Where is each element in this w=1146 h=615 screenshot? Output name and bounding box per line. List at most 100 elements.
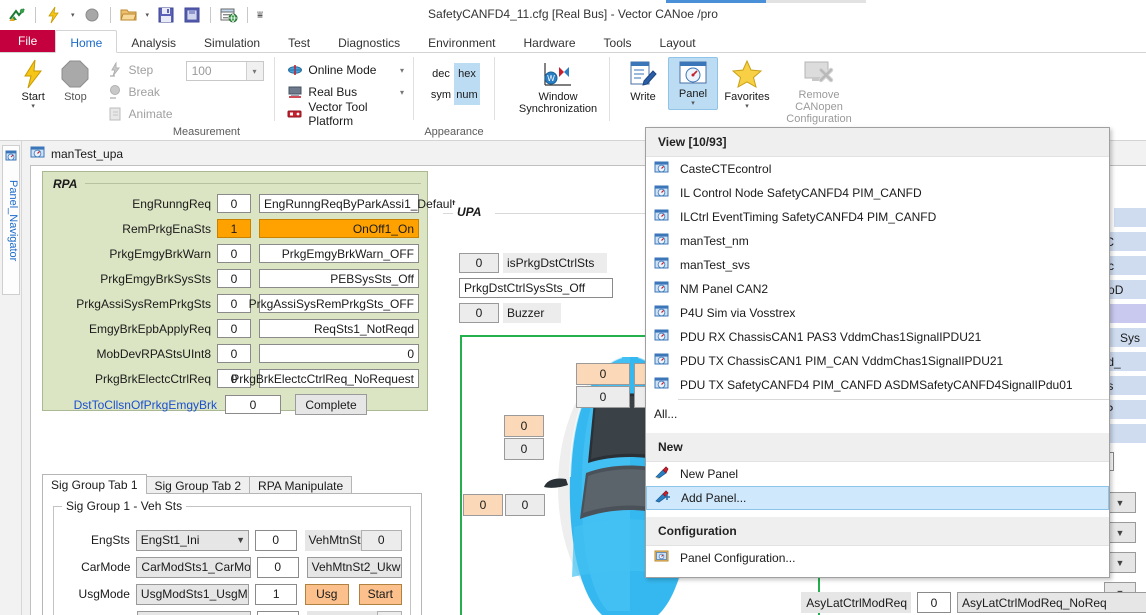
upa-sensor-value[interactable]: 0 — [504, 415, 544, 437]
break-button[interactable]: Break — [105, 81, 176, 103]
upa-sensor-value[interactable]: 0 — [504, 438, 544, 460]
sig-num-CarMode[interactable]: 0 — [256, 556, 299, 578]
ribbon-tab-home[interactable]: Home — [55, 30, 118, 53]
bottom-select-AsyLatCtrlModReq[interactable]: AsyLatCtrlModReq_NoReq ▼ — [957, 592, 1146, 613]
upa-sensor-value[interactable]: 0 — [463, 494, 503, 516]
write-button[interactable]: Write — [618, 57, 668, 103]
chevron-down-icon[interactable]: ▼ — [1141, 598, 1146, 608]
upa-sensor-value[interactable]: 0 — [505, 494, 545, 516]
stop-button[interactable]: Stop — [54, 57, 96, 103]
title-accent-inactive — [766, 0, 866, 3]
online-mode-button[interactable]: Online Mode ▾ — [284, 59, 407, 81]
rpa-value-PrkgEmgyBrkWarn[interactable]: 0 — [217, 244, 251, 263]
menu-item-panel[interactable]: PDU RX ChassisCAN1 PAS3 VddmChas1SignalI… — [646, 325, 1109, 349]
step-button[interactable]: Step — [105, 59, 176, 81]
remove-canopen-configuration-button[interactable]: Remove CANopen Configuration — [776, 57, 862, 125]
sig-select-UsgMode[interactable]: UsgModSts1_UsgMo ▼ — [135, 583, 250, 605]
menu-item-panel-configuration[interactable]: Panel Configuration... — [646, 546, 1109, 570]
tab-rpa-manipulate[interactable]: RPA Manipulate — [249, 476, 353, 494]
tab-sig-group-2[interactable]: Sig Group Tab 2 — [145, 476, 251, 494]
rpa-text-EngRunngReq[interactable]: EngRunngReqByParkAssi1_Default — [259, 194, 455, 213]
ribbon-tab-layout[interactable]: Layout — [646, 30, 710, 52]
stop-button-label: Stop — [64, 91, 87, 103]
upa-sensor-value[interactable]: 0 — [576, 386, 630, 408]
menu-item-new-panel[interactable]: New Panel — [646, 462, 1109, 486]
upa-text-PrkgDstCtrlSysSts[interactable]: PrkgDstCtrlSysSts_Off — [459, 278, 613, 298]
ribbon-tab-tools[interactable]: Tools — [590, 30, 646, 52]
num-toggle[interactable]: num — [454, 84, 480, 105]
menu-item-panel[interactable]: NM Panel CAN2 — [646, 277, 1109, 301]
ribbon-tab-analysis[interactable]: Analysis — [117, 30, 190, 52]
document-tab-manTest-upa[interactable]: manTest_upa — [30, 145, 123, 163]
sig-select-EngSts[interactable]: EngSt1_Ini ▼ — [135, 529, 249, 551]
sig-select-VehMtnSt2[interactable]: VehMtnSt2_Ukw ▼ — [306, 556, 402, 578]
bottom-value-AsyLatCtrlModReq[interactable]: 0 — [917, 592, 951, 613]
real-bus-caret-icon[interactable]: ▾ — [386, 88, 404, 97]
rpa-text-PrkgEmgyBrkSysSts[interactable]: PEBSysSts_Off — [259, 269, 419, 288]
rpa-text-PrkgEmgyBrkWarn[interactable]: PrkgEmgyBrkWarn_OFF — [259, 244, 419, 263]
complete-button[interactable]: Complete — [295, 394, 367, 415]
menu-item-panel[interactable]: IL Control Node SafetyCANFD4 PIM_CANFD — [646, 181, 1109, 205]
upa-value-Buzzer[interactable]: 0 — [459, 303, 499, 323]
animate-button[interactable]: Animate — [105, 103, 176, 125]
chevron-down-icon[interactable]: ▼ — [400, 562, 401, 572]
sig-select-PwrElecMai[interactable]: 0 ▼ — [136, 610, 252, 615]
ribbon-tab-hardware[interactable]: Hardware — [510, 30, 590, 52]
rpa-value-EngRunngReq[interactable]: 0 — [217, 194, 251, 213]
sig-select-CarMode[interactable]: CarModSts1_CarMod ▼ — [136, 556, 251, 578]
window-synchronization-button[interactable]: W Window Synchronization — [515, 57, 601, 115]
upa-value-isPrkgDstCtrlSts[interactable]: 0 — [459, 253, 499, 273]
rpa-footer-value[interactable]: 0 — [225, 395, 281, 414]
chevron-down-icon[interactable]: ▾ — [245, 62, 263, 80]
menu-item-all[interactable]: All... — [646, 402, 1109, 426]
rpa-text-PrkgBrkElectcCtrlReq[interactable]: PrkgBrkElectcCtrlReq_NoRequest — [231, 369, 419, 388]
rpa-value-PrkgAssiSysRemPrkgSts[interactable]: 0 — [217, 294, 251, 313]
rpa-value-PrkgEmgyBrkSysSts[interactable]: 0 — [217, 269, 251, 288]
dec-toggle[interactable]: dec — [428, 63, 454, 84]
ribbon-tab-file[interactable]: File — [0, 30, 56, 52]
step-count-input[interactable]: 100 ▾ — [185, 61, 264, 81]
rpa-text-PrkgAssiSysRemPrkgSts[interactable]: PrkgAssiSysRemPrkgSts_OFF — [249, 294, 419, 313]
ribbon-tab-test[interactable]: Test — [274, 30, 324, 52]
rpa-text-RemPrkgEnaSts[interactable]: OnOff1_On — [259, 219, 419, 238]
online-mode-caret-icon[interactable]: ▾ — [386, 66, 404, 75]
hex-toggle[interactable]: hex — [454, 63, 480, 84]
ribbon-tab-simulation[interactable]: Simulation — [190, 30, 274, 52]
ribbon-tab-diagnostics[interactable]: Diagnostics — [324, 30, 414, 52]
menu-item-panel[interactable]: PDU TX SafetyCANFD4 PIM_CANFD ASDMSafety… — [646, 373, 1109, 397]
sig-num-EngSts[interactable]: 0 — [254, 529, 297, 551]
upa-sensor-value[interactable]: 0 — [576, 363, 630, 385]
menu-item-panel[interactable]: PDU TX ChassisCAN1 PIM_CAN VddmChas1Sign… — [646, 349, 1109, 373]
rpa-text-EmgyBrkEpbApplyReq[interactable]: ReqSts1_NotReqd — [259, 319, 419, 338]
rpa-text-MobDevRPAStsUInt8[interactable]: 0 — [259, 344, 419, 363]
sig-num-BrkgPntSt1S[interactable]: 0 — [377, 610, 403, 615]
chevron-down-icon[interactable]: ▼ — [233, 535, 248, 545]
sig-num-PwrElecMai[interactable]: 0 — [257, 610, 300, 615]
menu-item-panel[interactable]: CasteCTEcontrol — [646, 157, 1109, 181]
vector-tool-platform-button[interactable]: Vector Tool Platform — [284, 100, 407, 128]
menu-item-panel[interactable]: manTest_svs — [646, 253, 1109, 277]
panel-navigator-tab[interactable]: Panel_Navigator — [2, 145, 20, 295]
rpa-value-MobDevRPAStsUInt8[interactable]: 0 — [217, 344, 251, 363]
menu-item-panel[interactable]: ILCtrl EventTiming SafetyCANFD4 PIM_CANF… — [646, 205, 1109, 229]
panel-button[interactable]: Panel ▾ — [668, 57, 718, 110]
sig-num-UsgMode[interactable]: 1 — [255, 583, 298, 605]
rpa-value-RemPrkgEnaSts[interactable]: 1 — [217, 219, 251, 238]
menu-item-add-panel[interactable]: Add Panel... — [646, 486, 1109, 510]
menu-item-panel[interactable]: manTest_nm — [646, 229, 1109, 253]
usg-button[interactable]: Usg — [305, 583, 349, 605]
start-dropdown-caret-icon[interactable]: ▾ — [31, 103, 35, 110]
favorites-button[interactable]: Favorites ▾ — [722, 57, 772, 110]
sig-num-VehMtnSt[interactable]: 0 — [360, 529, 403, 551]
start-button[interactable]: Start ▾ — [12, 57, 54, 110]
rpa-value-EmgyBrkEpbApplyReq[interactable]: 0 — [217, 319, 251, 338]
start-sig-button[interactable]: Start — [358, 583, 403, 605]
ribbon-tab-environment[interactable]: Environment — [414, 30, 509, 52]
panel-dropdown-caret-icon[interactable]: ▾ — [691, 100, 695, 107]
tab-sig-group-1[interactable]: Sig Group Tab 1 — [42, 474, 147, 494]
panel-configuration-icon — [654, 550, 670, 566]
favorites-dropdown-caret-icon[interactable]: ▾ — [745, 103, 749, 110]
rpa-link-DstToCllsnOfPrkgEmgyBrk[interactable]: DstToCllsnOfPrkgEmgyBrk — [51, 398, 217, 412]
menu-item-panel[interactable]: P4U Sim via Vosstrex — [646, 301, 1109, 325]
sym-toggle[interactable]: sym — [428, 84, 454, 105]
